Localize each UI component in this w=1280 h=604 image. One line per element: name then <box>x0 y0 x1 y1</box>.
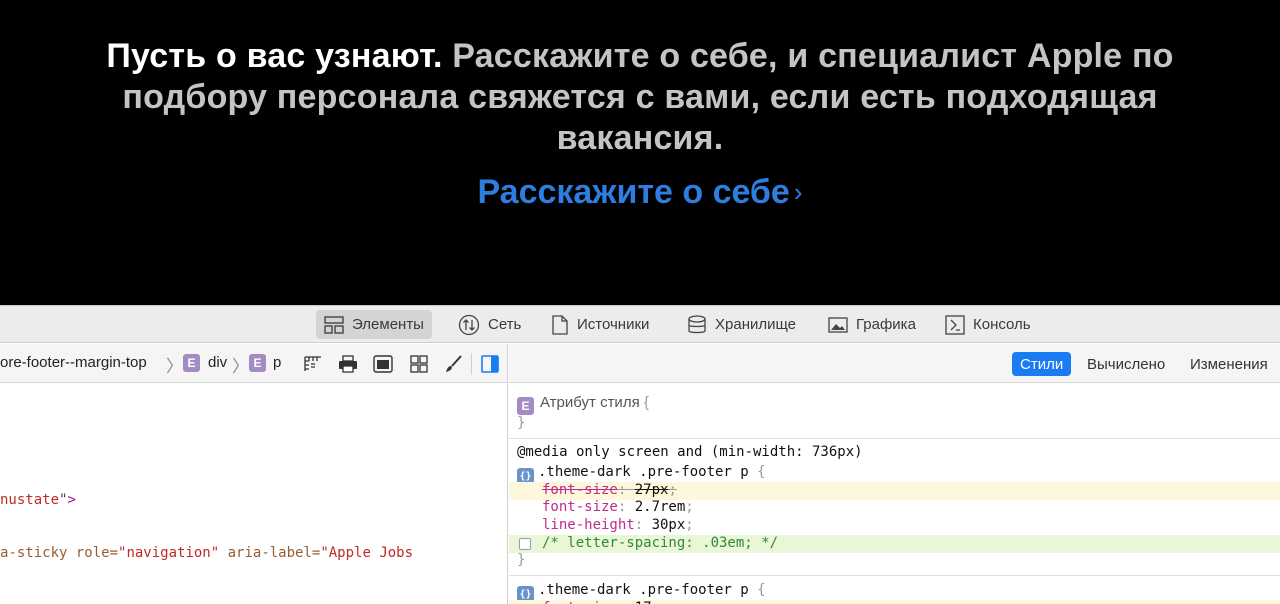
rule-divider <box>509 438 1280 439</box>
breadcrumb: ore-footer--margin-top 〉 E div 〉 E p <box>0 344 507 383</box>
document-icon <box>552 314 568 335</box>
pre-footer-headline: Пусть о вас узнают. Расскажите о себе, и… <box>40 36 1240 159</box>
tell-about-yourself-link[interactable]: Расскажите о себе › <box>0 170 1280 216</box>
css-selector[interactable]: .theme-dark .pre-footer p <box>538 582 749 598</box>
css-selector[interactable]: .theme-dark .pre-footer p <box>538 464 749 480</box>
dom-node-line[interactable]: nustate"> <box>0 492 76 508</box>
property-value: 27px <box>634 482 669 498</box>
toggle-details-sidebar-icon[interactable] <box>480 355 500 373</box>
tab-graphics[interactable]: Графика <box>820 310 924 339</box>
cta-label: Расскажите о себе <box>477 173 790 211</box>
breadcrumb-item-pre-footer[interactable]: ore-footer--margin-top <box>0 354 147 371</box>
attr-name: a-sticky <box>0 545 68 561</box>
property-value: 17px <box>635 600 669 604</box>
chevron-right-icon: › <box>793 177 803 207</box>
property-name: line-height <box>542 517 635 533</box>
media-query: @media only screen and (min-width: 736px… <box>517 444 863 460</box>
css-declaration-overridden[interactable]: font-size: 17px; <box>509 600 1280 604</box>
chevron-right-icon: 〉 <box>166 357 183 376</box>
attr-value: "navigation" <box>118 545 220 561</box>
tab-label: Хранилище <box>715 316 796 333</box>
declaration-checkbox[interactable] <box>519 538 531 550</box>
tab-changes[interactable]: Изменения <box>1182 352 1276 376</box>
rule-divider <box>509 575 1280 576</box>
attr-name: role= <box>67 545 119 561</box>
tab-styles[interactable]: Стили <box>1012 352 1072 376</box>
print-icon[interactable] <box>338 355 358 373</box>
open-brace: { <box>757 464 766 480</box>
console-icon <box>945 314 965 335</box>
web-inspector: Элементы Сеть Источники Хранилище График… <box>0 305 1280 604</box>
tab-label: Сеть <box>488 316 522 333</box>
property-value: 2.7rem <box>634 499 686 515</box>
paint-brush-icon[interactable] <box>444 355 464 373</box>
style-attribute-label: Атрибут стиля <box>540 394 640 411</box>
tab-label: Консоль <box>973 316 1031 333</box>
network-icon <box>458 314 480 335</box>
dom-tree-panel: ore-footer--margin-top 〉 E div 〉 E p nus… <box>0 344 508 604</box>
tab-computed[interactable]: Вычислено <box>1079 352 1173 376</box>
graphics-icon <box>828 316 848 333</box>
element-badge-icon: E <box>249 354 266 372</box>
breadcrumb-item-div[interactable]: div <box>208 354 227 371</box>
close-brace: } <box>517 552 526 568</box>
property-name: font-size <box>542 600 618 604</box>
css-declaration[interactable]: font-size: 2.7rem; <box>509 499 1280 515</box>
inspector-tab-bar: Элементы Сеть Источники Хранилище График… <box>0 306 1280 343</box>
property-name: font-size <box>542 482 618 498</box>
open-brace: { <box>757 582 766 598</box>
tab-label: Элементы <box>352 316 424 333</box>
breadcrumb-item-p[interactable]: p <box>273 354 281 371</box>
style-attribute-header[interactable]: E Атрибут стиля { <box>517 394 1280 415</box>
styles-sidebar: Стили Вычислено Изменения E Атрибут стиля… <box>509 344 1280 604</box>
tab-label: Графика <box>856 316 916 333</box>
attr-value: nustate <box>0 492 60 508</box>
tab-label: Источники <box>577 316 650 333</box>
property-name: font-size <box>542 499 618 515</box>
css-declaration[interactable]: line-height: 30px; <box>509 517 1280 533</box>
attr-value: "Apple Jobs <box>320 545 414 561</box>
css-declaration-overridden[interactable]: font-size: 27px; <box>509 482 1280 500</box>
element-badge-icon: E <box>183 354 200 372</box>
headline-lead: Пусть о вас узнают. <box>106 37 443 75</box>
elements-icon <box>324 315 344 334</box>
tab-network[interactable]: Сеть <box>450 310 529 339</box>
toolbar-divider <box>471 353 472 375</box>
element-badge-icon: E <box>517 397 534 415</box>
storage-icon <box>688 314 706 333</box>
close-brace: } <box>517 415 526 431</box>
css-declaration-disabled[interactable]: /* letter-spacing: .03em; */ <box>509 535 1280 553</box>
dom-node-line[interactable]: a-sticky role="navigation" aria-label="A… <box>0 545 413 561</box>
compositing-borders-icon[interactable] <box>409 355 429 373</box>
attr-name: aria-label= <box>219 545 321 561</box>
commented-declaration: /* letter-spacing: .03em; */ <box>542 535 779 551</box>
property-value: 30px <box>651 517 686 533</box>
tab-sources[interactable]: Источники <box>543 310 657 339</box>
tag-close: "> <box>59 492 76 508</box>
open-brace: { <box>643 394 649 411</box>
chevron-right-icon: 〉 <box>232 357 249 376</box>
tab-elements[interactable]: Элементы <box>316 310 432 339</box>
layout-grid-icon[interactable] <box>303 355 323 373</box>
styles-tab-bar: Стили Вычислено Изменения <box>509 344 1280 383</box>
tab-storage[interactable]: Хранилище <box>679 310 804 339</box>
rendering-frames-icon[interactable] <box>373 355 393 373</box>
tab-console[interactable]: Консоль <box>937 310 1039 339</box>
web-page-viewport: Пусть о вас узнают. Расскажите о себе, и… <box>0 0 1280 305</box>
